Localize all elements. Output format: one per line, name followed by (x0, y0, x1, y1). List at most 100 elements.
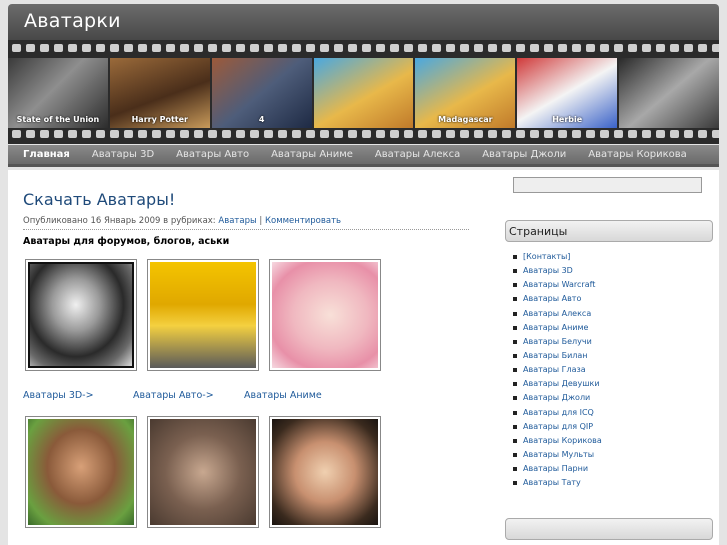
sidebar-page-link[interactable]: Аватары Белучи (511, 337, 602, 351)
thumb-girl-2[interactable] (147, 416, 259, 528)
film-perforation-hole (404, 44, 413, 52)
sidebar-page-link[interactable]: Аватары Аниме (511, 323, 602, 337)
thumb-girl-1[interactable] (25, 416, 137, 528)
sidebar-page-link[interactable]: Аватары для ICQ (511, 408, 602, 422)
banner-frame: Harry Potter (109, 58, 210, 128)
film-perforation-hole (82, 130, 91, 138)
film-perforation-hole (320, 130, 329, 138)
sidebar-page-link[interactable]: Аватары Тату (511, 478, 602, 492)
film-perforation-hole (502, 44, 511, 52)
sidebar-page-link[interactable]: Аватары Мульты (511, 450, 602, 464)
sidebar-page-link[interactable]: Аватары Билан (511, 351, 602, 365)
film-perforation-hole (320, 44, 329, 52)
film-perforation-hole (96, 130, 105, 138)
banner-frame: 4 (211, 58, 312, 128)
film-perforation-hole (502, 130, 511, 138)
film-perforation-hole (292, 130, 301, 138)
nav-item-korikova[interactable]: Аватары Корикова (577, 149, 697, 160)
sidebar-page-link[interactable]: Аватары Глаза (511, 365, 602, 379)
sidebar-page-link[interactable]: Аватары Парни (511, 464, 602, 478)
film-perforation-hole (586, 130, 595, 138)
post-category-link[interactable]: Аватары (218, 216, 256, 226)
nav-item-anime[interactable]: Аватары Аниме (260, 149, 364, 160)
banner-frame-label: Madagascar (438, 115, 493, 124)
film-perforation-hole (656, 44, 665, 52)
nav-item-alexa[interactable]: Аватары Алекса (364, 149, 471, 160)
film-perforation-hole (362, 44, 371, 52)
film-perforation-hole (572, 130, 581, 138)
film-perforation-hole (544, 44, 553, 52)
film-perforation-hole (600, 44, 609, 52)
film-perforation-hole (474, 130, 483, 138)
film-perforation-hole (684, 130, 693, 138)
banner-frame-label: 4 (258, 115, 265, 124)
film-perforation-hole (432, 130, 441, 138)
nav-item-3d[interactable]: Аватары 3D (81, 149, 165, 160)
thumb-link-3d[interactable]: Аватары 3D-> (23, 390, 94, 401)
thumb-link-auto[interactable]: Аватары Авто-> (133, 390, 214, 401)
sidebar-page-link[interactable]: Аватары для QIP (511, 422, 602, 436)
sidebar-page-link[interactable]: [Контакты] (511, 252, 602, 266)
search-input[interactable] (513, 177, 702, 193)
film-perforation-hole (236, 130, 245, 138)
film-perforation-hole (68, 130, 77, 138)
film-perforation-hole (236, 44, 245, 52)
film-perforation-hole (642, 44, 651, 52)
film-perforation-hole (530, 44, 539, 52)
film-perforation-hole (334, 44, 343, 52)
film-perforation-hole (390, 130, 399, 138)
sidebar-page-link[interactable]: Аватары Алекса (511, 309, 602, 323)
film-perforation-hole (208, 130, 217, 138)
sidebar-page-link[interactable]: Аватары Джоли (511, 393, 602, 407)
film-perforation-hole (208, 44, 217, 52)
avatar-image (272, 262, 378, 368)
film-perforation-hole (96, 44, 105, 52)
nav-item-home[interactable]: Главная (8, 149, 81, 160)
film-perforation-hole (474, 44, 483, 52)
avatar-image (28, 419, 134, 525)
film-perforation-hole (152, 44, 161, 52)
film-perforation-hole (558, 44, 567, 52)
film-perforation-hole (614, 130, 623, 138)
sidebar-page-link[interactable]: Аватары Warcraft (511, 280, 602, 294)
banner-frame: State of the Union (8, 58, 108, 128)
film-perforation-hole (488, 130, 497, 138)
film-perforation-hole (642, 130, 651, 138)
post-comment-link[interactable]: Комментировать (265, 216, 341, 226)
film-perforation-top (8, 44, 719, 54)
film-perforation-hole (348, 130, 357, 138)
avatar-image (28, 262, 134, 368)
film-perforation-hole (530, 130, 539, 138)
film-perforation-hole (40, 44, 49, 52)
sidebar-page-link[interactable]: Аватары Авто (511, 294, 602, 308)
banner-frame: Madagascar (415, 58, 516, 128)
film-perforation-hole (110, 44, 119, 52)
thumb-anime[interactable] (269, 259, 381, 371)
banner-frames: State of the Union Harry Potter 4 Madaga… (8, 58, 719, 128)
film-perforation-hole (698, 130, 707, 138)
thumb-3d[interactable] (25, 259, 137, 371)
sidebar-page-link[interactable]: Аватары Девушки (511, 379, 602, 393)
banner-frame (313, 58, 414, 128)
film-perforation-hole (138, 130, 147, 138)
nav-item-auto[interactable]: Аватары Авто (165, 149, 260, 160)
film-perforation-hole (264, 130, 273, 138)
film-perforation-hole (166, 130, 175, 138)
film-perforation-hole (712, 44, 719, 52)
film-perforation-hole (12, 130, 21, 138)
film-perforation-hole (54, 44, 63, 52)
film-perforation-hole (376, 130, 385, 138)
sidebar-page-link[interactable]: Аватары 3D (511, 266, 602, 280)
film-perforation-hole (698, 44, 707, 52)
film-perforation-hole (670, 44, 679, 52)
thumb-girl-3[interactable] (269, 416, 381, 528)
site-title[interactable]: Аватарки (24, 10, 121, 32)
nav-item-jolie[interactable]: Аватары Джоли (471, 149, 577, 160)
thumb-auto[interactable] (147, 259, 259, 371)
sidebar-pages-title: Страницы (509, 225, 568, 238)
sidebar-page-link[interactable]: Аватары Корикова (511, 436, 602, 450)
film-perforation-hole (334, 130, 343, 138)
thumb-link-anime[interactable]: Аватары Аниме (244, 390, 322, 401)
post-title[interactable]: Скачать Аватары! (23, 190, 175, 209)
film-perforation-hole (194, 44, 203, 52)
